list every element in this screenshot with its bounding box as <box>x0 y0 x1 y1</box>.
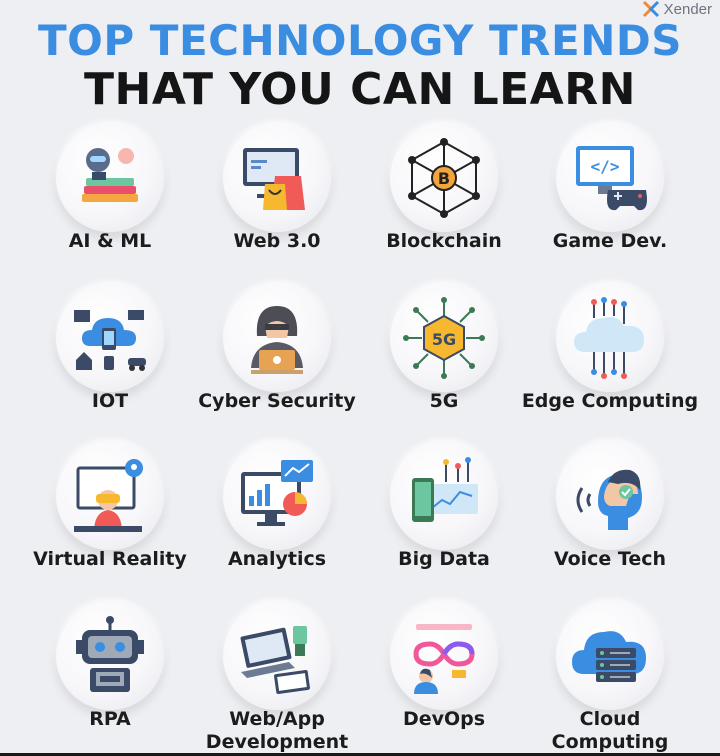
trend-card-game-dev: </> Game Dev. <box>520 118 700 268</box>
icon-circle <box>56 602 164 710</box>
trend-label: DevOps <box>402 708 486 730</box>
icon-circle <box>556 602 664 710</box>
icon-circle <box>56 442 164 550</box>
trend-card-web-app-development: Web/App Development <box>187 596 367 753</box>
icon-circle <box>223 442 331 550</box>
5g-chip-icon: 5G <box>403 297 485 379</box>
trend-card-rpa: RPA <box>20 596 200 746</box>
icon-circle <box>556 284 664 392</box>
shopping-monitor-icon <box>243 148 305 210</box>
trend-label: Voice Tech <box>553 548 667 570</box>
trend-label: Web 3.0 <box>233 230 321 252</box>
cloud-circuit-icon <box>574 297 644 379</box>
trend-card-iot: IOT <box>20 278 200 428</box>
trend-label: RPA <box>89 708 131 730</box>
cloud-devices-icon <box>74 310 146 371</box>
trend-label: Big Data <box>398 548 490 570</box>
trend-card-ai-ml: AI & ML <box>20 118 200 268</box>
trend-label: Cloud Computing <box>551 708 669 753</box>
icon-circle: B <box>390 124 498 232</box>
trend-label: Virtual Reality <box>33 548 187 570</box>
trend-card-web3: Web 3.0 <box>187 118 367 268</box>
trend-card-edge-computing: Edge Computing <box>520 278 700 428</box>
trend-label: Analytics <box>227 548 327 570</box>
trend-label: Web/App Development <box>205 708 349 753</box>
trend-label: 5G <box>429 390 459 412</box>
trend-card-cyber-security: Cyber Security <box>187 278 367 428</box>
svg-text:</>: </> <box>591 157 620 176</box>
watermark-text: Xender <box>663 0 712 18</box>
hacker-laptop-icon <box>251 306 303 374</box>
voice-head-icon <box>576 469 642 530</box>
bitcoin-network-icon: B <box>408 138 480 218</box>
trend-card-5g: 5G 5G <box>354 278 534 428</box>
trend-label: IOT <box>91 390 129 412</box>
icon-circle <box>56 124 164 232</box>
infinity-loop-icon <box>413 624 475 694</box>
trend-label: Game Dev. <box>552 230 668 252</box>
icon-circle: 5G <box>390 284 498 392</box>
trend-label: Blockchain <box>386 230 502 252</box>
trend-card-big-data: Big Data <box>354 436 534 586</box>
title-line-2: THAT YOU CAN LEARN <box>84 64 636 115</box>
cloud-server-icon <box>572 631 646 682</box>
trend-card-cloud-computing: Cloud Computing <box>520 596 700 753</box>
icon-circle <box>223 124 331 232</box>
svg-text:B: B <box>438 169 450 188</box>
icon-circle <box>556 442 664 550</box>
vr-headset-icon <box>74 459 143 532</box>
trend-card-voice-tech: Voice Tech <box>520 436 700 586</box>
icon-circle <box>223 602 331 710</box>
trend-card-virtual-reality: Virtual Reality <box>20 436 200 586</box>
icon-circle <box>223 284 331 392</box>
trend-card-analytics: Analytics <box>187 436 367 586</box>
trend-label: Edge Computing <box>521 390 699 412</box>
icon-circle <box>390 602 498 710</box>
svg-text:5G: 5G <box>432 330 456 349</box>
robot-head-icon <box>76 616 144 692</box>
laptop-tablet-icon <box>240 626 310 695</box>
icon-circle <box>390 442 498 550</box>
phone-data-icon <box>412 457 478 522</box>
trend-card-devops: DevOps <box>354 596 534 746</box>
gamepad-monitor-icon: </> <box>576 146 647 211</box>
trend-label: Cyber Security <box>198 390 356 412</box>
trend-label: AI & ML <box>68 230 152 252</box>
icon-circle <box>56 284 164 392</box>
trend-card-blockchain: B Blockchain <box>354 118 534 268</box>
analytics-monitor-icon <box>241 460 313 526</box>
icon-circle: </> <box>556 124 664 232</box>
title-line-1: TOP TECHNOLOGY TRENDS <box>38 16 682 65</box>
robot-books-icon <box>82 148 138 202</box>
